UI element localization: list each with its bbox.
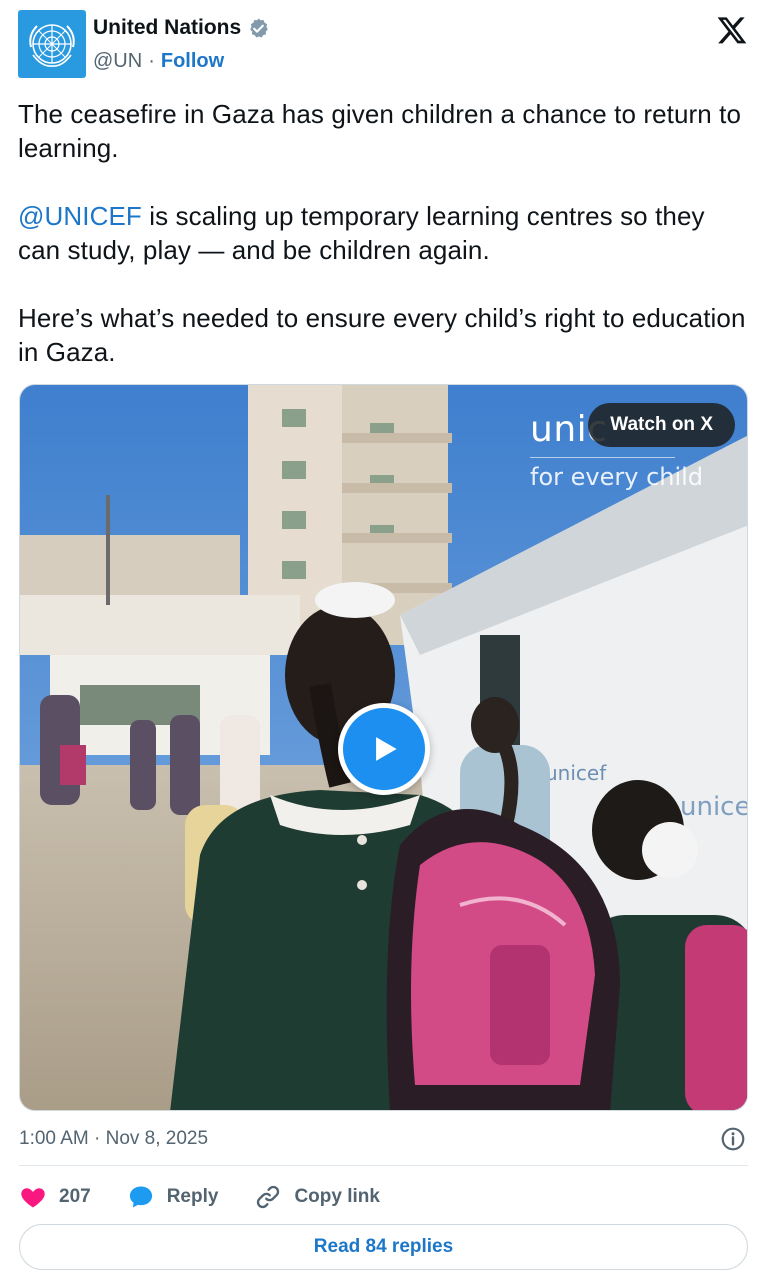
post-paragraph-2: @UNICEF is scaling up temporary learning…	[18, 199, 754, 267]
tent-logo-text-1: unicef	[545, 761, 607, 785]
video-media[interactable]: unicef unicef	[19, 384, 748, 1111]
follow-button[interactable]: Follow	[161, 50, 224, 73]
post-timestamp[interactable]: 1:00 AM · Nov 8, 2025	[19, 1128, 208, 1150]
tent-logo-text-2: unicef	[680, 792, 748, 822]
like-button[interactable]: 207	[19, 1183, 91, 1211]
reply-label: Reply	[166, 1186, 219, 1207]
heart-icon	[21, 1188, 45, 1208]
post-header: United Nations @UN · Follow	[18, 10, 752, 78]
info-icon[interactable]	[720, 1126, 746, 1152]
author-handle[interactable]: @UN	[93, 50, 142, 73]
brand-overlay-tagline: for every child	[530, 463, 704, 491]
x-logo-icon[interactable]	[716, 14, 748, 46]
meta-divider	[19, 1165, 748, 1166]
author-handle-row: @UN · Follow	[93, 50, 224, 73]
mention-link[interactable]: @UNICEF	[18, 201, 142, 231]
un-emblem-icon	[29, 24, 75, 67]
watch-on-x-button[interactable]: Watch on X	[588, 403, 735, 447]
play-icon	[376, 737, 397, 761]
post-paragraph-3: Here’s what’s needed to ensure every chi…	[18, 303, 746, 367]
handle-separator: ·	[148, 50, 155, 72]
brand-overlay-divider	[530, 457, 675, 458]
post-actions: 207 Reply Copy link	[19, 1180, 416, 1214]
verified-badge-icon	[250, 17, 268, 38]
play-button[interactable]	[338, 703, 430, 795]
copy-link-button[interactable]: Copy link	[254, 1183, 380, 1211]
copy-link-label: Copy link	[294, 1186, 380, 1207]
like-count: 207	[59, 1186, 91, 1207]
post-paragraph-1: The ceasefire in Gaza has given children…	[18, 99, 742, 163]
embedded-post-card: United Nations @UN · Follow The ceasefir…	[0, 0, 770, 1281]
post-text: The ceasefire in Gaza has given children…	[18, 97, 754, 403]
link-icon	[257, 1185, 280, 1209]
author-name-row: United Nations	[93, 16, 270, 40]
reply-bubble-icon	[129, 1186, 152, 1208]
author-avatar[interactable]	[18, 10, 86, 78]
reply-button[interactable]: Reply	[127, 1183, 219, 1211]
author-display-name[interactable]: United Nations	[93, 16, 241, 40]
read-replies-button[interactable]: Read 84 replies	[19, 1224, 748, 1270]
